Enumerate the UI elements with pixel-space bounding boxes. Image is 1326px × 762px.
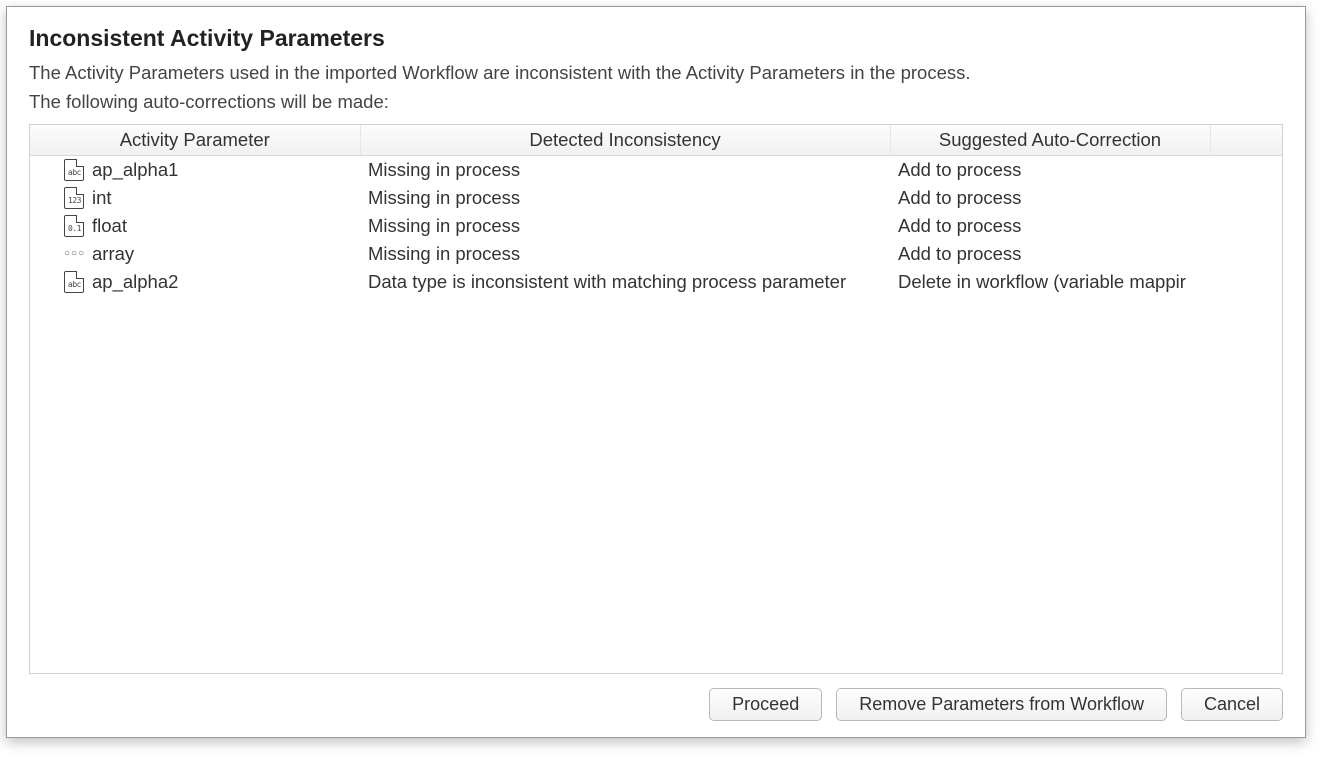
parameters-table: Activity Parameter Detected Inconsistenc… (30, 125, 1282, 296)
suggested-auto-correction: Add to process (890, 240, 1210, 268)
proceed-button[interactable]: Proceed (709, 688, 822, 721)
col-header-suggested-auto-correction[interactable]: Suggested Auto-Correction (890, 125, 1210, 156)
detected-inconsistency: Missing in process (360, 184, 890, 212)
dialog-button-bar: Proceed Remove Parameters from Workflow … (29, 688, 1283, 721)
file-icon: 123 (64, 187, 84, 209)
array-icon: ○○○ (64, 243, 84, 265)
table-row[interactable]: ○○○ array Missing in processAdd to process (30, 240, 1282, 268)
parameter-name: ap_alpha1 (92, 159, 178, 181)
table-row[interactable]: abc ap_alpha1 Missing in processAdd to pro… (30, 155, 1282, 184)
parameters-table-container: Activity Parameter Detected Inconsistenc… (29, 124, 1283, 674)
detected-inconsistency: Missing in process (360, 155, 890, 184)
parameter-name: ap_alpha2 (92, 271, 178, 293)
file-icon: abc (64, 271, 84, 293)
detected-inconsistency: Missing in process (360, 212, 890, 240)
cancel-button[interactable]: Cancel (1181, 688, 1283, 721)
suggested-auto-correction: Delete in workflow (variable mappir (890, 268, 1210, 296)
dialog-title: Inconsistent Activity Parameters (29, 25, 1283, 52)
dialog-description-line2: The following auto-corrections will be m… (29, 89, 1283, 116)
table-row[interactable]: 123 int Missing in processAdd to process (30, 184, 1282, 212)
table-header-row: Activity Parameter Detected Inconsistenc… (30, 125, 1282, 156)
table-row[interactable]: 0.1 float Missing in processAdd to process (30, 212, 1282, 240)
suggested-auto-correction: Add to process (890, 212, 1210, 240)
inconsistent-parameters-dialog: Inconsistent Activity Parameters The Act… (6, 6, 1306, 738)
detected-inconsistency: Missing in process (360, 240, 890, 268)
col-header-spacer (1210, 125, 1282, 156)
file-icon: 0.1 (64, 215, 84, 237)
file-icon: abc (64, 159, 84, 181)
parameter-name: float (92, 215, 127, 237)
col-header-detected-inconsistency[interactable]: Detected Inconsistency (360, 125, 890, 156)
suggested-auto-correction: Add to process (890, 155, 1210, 184)
parameter-name: array (92, 243, 134, 265)
col-header-activity-parameter[interactable]: Activity Parameter (30, 125, 360, 156)
remove-parameters-button[interactable]: Remove Parameters from Workflow (836, 688, 1167, 721)
dialog-description-line1: The Activity Parameters used in the impo… (29, 60, 1283, 87)
detected-inconsistency: Data type is inconsistent with matching … (360, 268, 890, 296)
table-row[interactable]: abc ap_alpha2 Data type is inconsistent wi… (30, 268, 1282, 296)
parameter-name: int (92, 187, 112, 209)
suggested-auto-correction: Add to process (890, 184, 1210, 212)
